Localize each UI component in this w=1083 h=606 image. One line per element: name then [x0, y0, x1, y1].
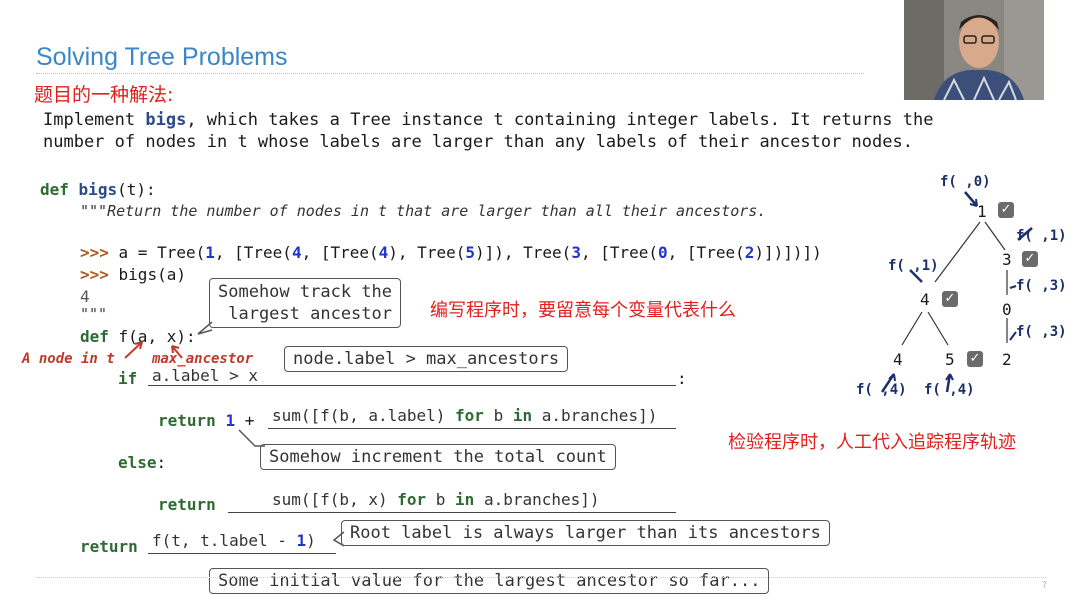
- check-icon-5: ✓: [967, 351, 983, 367]
- page-number: 7: [1042, 580, 1048, 590]
- callout-pointer-track: [197, 321, 213, 335]
- code-docstring: """Return the number of nodes in t that …: [80, 202, 767, 220]
- tree-node-root: 1: [977, 202, 987, 221]
- callout-pointer-root: [332, 531, 345, 547]
- title-divider: [36, 73, 864, 74]
- call-label-0: f( ,3): [1016, 278, 1067, 294]
- code-doctest-call: >>> bigs(a): [80, 265, 186, 284]
- tree-node-5: 5: [945, 350, 955, 369]
- code-return-3: return: [80, 537, 138, 556]
- callout-track-largest: Somehow track the largest ancestor: [209, 278, 401, 328]
- blank-return-1: [268, 428, 676, 429]
- chinese-note-variables: 编写程序时，要留意每个变量代表什么: [430, 300, 736, 321]
- chinese-note-trace: 检验程序时，人工代入追踪程序轨迹: [728, 432, 1016, 453]
- code-return-3-call: f(t, t.label - 1): [152, 531, 316, 550]
- tree-node-4-leaf: 4: [893, 350, 903, 369]
- chinese-subtitle: 题目的一种解法:: [34, 84, 174, 106]
- call-label-4-leaf: f( ,4): [856, 382, 907, 398]
- callout-root-label: Root label is always larger than its anc…: [341, 520, 830, 546]
- callout-increment: Somehow increment the total count: [260, 444, 616, 470]
- tree-node-4: 4: [920, 290, 930, 309]
- code-return-2: return: [158, 495, 216, 514]
- callout-pointer-increment: [238, 429, 265, 447]
- problem-statement-line1: Implement bigs, which takes a Tree insta…: [43, 110, 934, 130]
- code-if-colon: :: [677, 369, 687, 388]
- tree-node-2: 2: [1002, 350, 1012, 369]
- code-doctest-tree: >>> a = Tree(1, [Tree(4, [Tree(4), Tree(…: [80, 243, 822, 262]
- code-else: else:: [118, 453, 167, 472]
- callout-node-label: node.label > max_ancestors: [284, 346, 569, 372]
- code-return-1-sum: sum([f(b, a.label) for b in a.branches]): [272, 406, 658, 425]
- presenter-webcam: [904, 0, 1044, 100]
- code-docstring-close: """: [80, 305, 108, 323]
- code-doctest-result: 4: [80, 287, 90, 306]
- code-if-keyword: if: [118, 369, 138, 388]
- call-label-4: f( ,1): [888, 258, 939, 274]
- check-icon-4: ✓: [942, 291, 958, 307]
- footer-divider: [36, 577, 1046, 578]
- code-def-bigs: def bigs(t):: [40, 180, 156, 199]
- slide-title: Solving Tree Problems: [36, 43, 288, 71]
- blank-if-condition: [148, 385, 676, 386]
- annotation-arrows: [124, 341, 183, 359]
- call-label-2: f( ,3): [1016, 324, 1067, 340]
- blank-return-2: [228, 512, 676, 513]
- annotation-a-node-in-t: A node in t: [22, 351, 115, 367]
- call-label-root: f( ,0): [940, 174, 991, 190]
- call-label-3: f( ,1): [1016, 228, 1067, 244]
- tree-node-3: 3: [1002, 250, 1012, 269]
- call-label-5: f( ,4): [924, 382, 975, 398]
- tree-node-0: 0: [1002, 300, 1012, 319]
- code-return-2-sum: sum([f(b, x) for b in a.branches]): [272, 490, 600, 509]
- callout-initial-value: Some initial value for the largest ances…: [209, 568, 770, 594]
- check-icon-root: ✓: [998, 202, 1014, 218]
- check-icon-3: ✓: [1022, 251, 1038, 267]
- blank-return-3: [148, 553, 336, 554]
- code-if-condition: a.label > x: [152, 366, 258, 385]
- problem-statement-line2: number of nodes in t whose labels are la…: [43, 132, 913, 152]
